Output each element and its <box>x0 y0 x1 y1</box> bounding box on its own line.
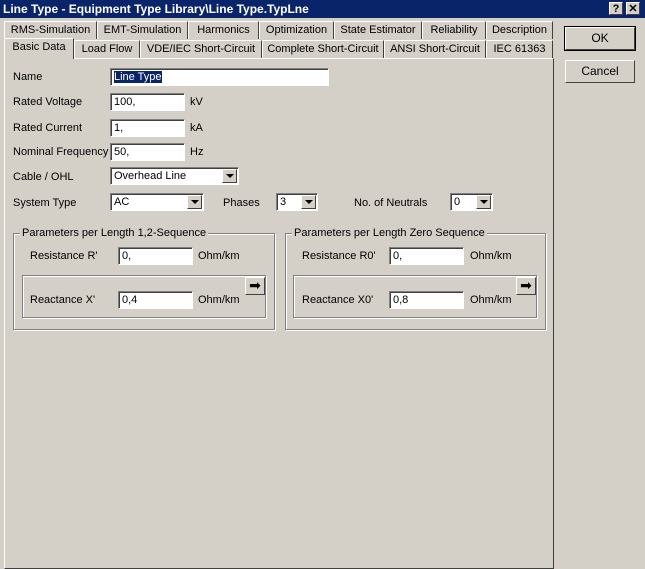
close-icon[interactable]: ✕ <box>626 2 640 15</box>
resistance-r0-label: Resistance R0' <box>302 250 376 262</box>
nominal-frequency-unit: Hz <box>190 146 204 158</box>
system-type-value: AC <box>114 196 130 208</box>
tab-harmonics[interactable]: Harmonics <box>188 21 259 39</box>
nominal-frequency-input[interactable]: 50, <box>110 143 185 161</box>
tab-reliability[interactable]: Reliability <box>422 21 486 39</box>
help-icon[interactable]: ? <box>609 2 623 15</box>
chevron-down-icon[interactable] <box>476 195 491 209</box>
resistance-r-input[interactable]: 0, <box>118 247 193 265</box>
tab-rms-simulation[interactable]: RMS-Simulation <box>4 21 97 39</box>
tab-optimization[interactable]: Optimization <box>259 21 334 39</box>
reactance-x-input[interactable]: 0,4 <box>118 291 193 309</box>
tab-basic-data[interactable]: Basic Data <box>4 38 74 59</box>
phases-value: 3 <box>280 196 287 208</box>
resistance-r0-unit: Ohm/km <box>470 250 512 262</box>
tab-state-estimator[interactable]: State Estimator <box>334 21 422 39</box>
cable-ohl-value: Overhead Line <box>114 170 187 182</box>
tab-complete-short-circuit[interactable]: Complete Short-Circuit <box>262 40 384 58</box>
resistance-r0-input[interactable]: 0, <box>389 247 464 265</box>
rated-current-label: Rated Current <box>13 122 83 134</box>
reactance-x0-input[interactable]: 0,8 <box>389 291 464 309</box>
arrow-right-icon[interactable]: ➡ <box>245 277 265 295</box>
rated-voltage-input[interactable]: 100, <box>110 93 185 111</box>
positive-sequence-title: Parameters per Length 1,2-Sequence <box>20 227 209 239</box>
rated-voltage-label: Rated Voltage <box>13 96 83 108</box>
arrow-right-icon[interactable]: ➡ <box>516 277 536 295</box>
chevron-down-icon[interactable] <box>187 195 202 209</box>
tab-ansi-short-circuit[interactable]: ANSI Short-Circuit <box>384 40 486 58</box>
cable-ohl-select[interactable]: Overhead Line <box>110 167 239 185</box>
neutrals-label: No. of Neutrals <box>354 197 428 209</box>
chevron-down-icon[interactable] <box>222 169 237 183</box>
chevron-down-icon[interactable] <box>301 195 316 209</box>
reactance-x-label: Reactance X' <box>30 294 96 306</box>
rated-voltage-unit: kV <box>190 96 203 108</box>
zero-sequence-title: Parameters per Length Zero Sequence <box>292 227 487 239</box>
cable-ohl-label: Cable / OHL <box>13 171 74 183</box>
system-type-label: System Type <box>13 197 77 209</box>
neutrals-select[interactable]: 0 <box>450 193 493 211</box>
neutrals-value: 0 <box>454 196 461 208</box>
resistance-r-label: Resistance R' <box>30 250 98 262</box>
ok-button[interactable]: OK <box>564 26 636 51</box>
window-title: Line Type - Equipment Type Library\Line … <box>3 2 309 16</box>
name-input[interactable]: Line Type <box>110 68 329 86</box>
rated-current-input[interactable]: 1, <box>110 119 185 137</box>
name-label: Name <box>13 71 43 83</box>
cancel-button[interactable]: Cancel <box>565 60 635 83</box>
reactance-x-unit: Ohm/km <box>198 294 240 306</box>
system-type-select[interactable]: AC <box>110 193 204 211</box>
title-bar: Line Type - Equipment Type Library\Line … <box>0 0 645 18</box>
reactance-x0-label: Reactance X0' <box>302 294 374 306</box>
rated-current-unit: kA <box>190 122 203 134</box>
nominal-frequency-label: Nominal Frequency <box>13 146 109 158</box>
resistance-r-unit: Ohm/km <box>198 250 240 262</box>
phases-label: Phases <box>223 197 260 209</box>
tab-iec-61363[interactable]: IEC 61363 <box>486 40 553 58</box>
tab-load-flow[interactable]: Load Flow <box>74 40 140 58</box>
name-value: Line Type <box>114 71 162 83</box>
reactance-x0-unit: Ohm/km <box>470 294 512 306</box>
phases-select[interactable]: 3 <box>276 193 318 211</box>
tab-vde-iec-short-circuit[interactable]: VDE/IEC Short-Circuit <box>140 40 262 58</box>
tab-description[interactable]: Description <box>486 21 553 39</box>
tab-emt-simulation[interactable]: EMT-Simulation <box>97 21 188 39</box>
